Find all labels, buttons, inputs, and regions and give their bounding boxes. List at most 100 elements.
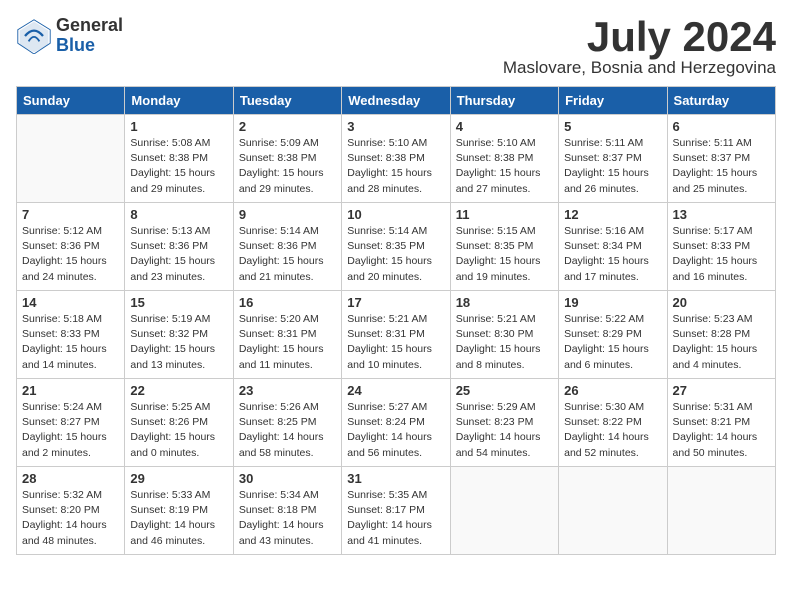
cell-info: Sunrise: 5:11 AM Sunset: 8:37 PM Dayligh… xyxy=(564,136,661,197)
cell-info: Sunrise: 5:11 AM Sunset: 8:37 PM Dayligh… xyxy=(673,136,770,197)
day-number: 18 xyxy=(456,295,553,310)
cell-info: Sunrise: 5:14 AM Sunset: 8:36 PM Dayligh… xyxy=(239,224,336,285)
day-number: 4 xyxy=(456,119,553,134)
day-header-saturday: Saturday xyxy=(667,87,775,115)
day-header-thursday: Thursday xyxy=(450,87,558,115)
calendar-cell: 26 Sunrise: 5:30 AM Sunset: 8:22 PM Dayli… xyxy=(559,379,667,467)
day-number: 17 xyxy=(347,295,444,310)
calendar-cell: 24Sunrise: 5:27 AM Sunset: 8:24 PM Dayli… xyxy=(342,379,450,467)
day-number: 13 xyxy=(673,207,770,222)
calendar-cell: 7Sunrise: 5:12 AM Sunset: 8:36 PM Daylig… xyxy=(17,203,125,291)
day-number: 10 xyxy=(347,207,444,222)
calendar-cell: 20 Sunrise: 5:23 AM Sunset: 8:28 PM Dayli… xyxy=(667,291,775,379)
cell-info: Sunrise: 5:21 AM Sunset: 8:30 PM Dayligh… xyxy=(456,312,553,373)
cell-info: Sunrise: 5:31 AM Sunset: 8:21 PM Dayligh… xyxy=(673,400,770,461)
calendar-cell: 23Sunrise: 5:26 AM Sunset: 8:25 PM Dayli… xyxy=(233,379,341,467)
cell-info: Sunrise: 5:10 AM Sunset: 8:38 PM Dayligh… xyxy=(456,136,553,197)
day-number: 20 xyxy=(673,295,770,310)
cell-info: Sunrise: 5:08 AM Sunset: 8:38 PM Dayligh… xyxy=(130,136,227,197)
cell-info: Sunrise: 5:32 AM Sunset: 8:20 PM Dayligh… xyxy=(22,488,119,549)
location-title: Maslovare, Bosnia and Herzegovina xyxy=(503,58,776,78)
calendar-cell: 17 Sunrise: 5:21 AM Sunset: 8:31 PM Dayli… xyxy=(342,291,450,379)
cell-info: Sunrise: 5:10 AM Sunset: 8:38 PM Dayligh… xyxy=(347,136,444,197)
calendar-week-row: 7Sunrise: 5:12 AM Sunset: 8:36 PM Daylig… xyxy=(17,203,776,291)
calendar-cell: 1 Sunrise: 5:08 AM Sunset: 8:38 PM Daylig… xyxy=(125,115,233,203)
calendar-cell: 19 Sunrise: 5:22 AM Sunset: 8:29 PM Dayli… xyxy=(559,291,667,379)
cell-info: Sunrise: 5:22 AM Sunset: 8:29 PM Dayligh… xyxy=(564,312,661,373)
day-number: 14 xyxy=(22,295,119,310)
header: General Blue July 2024 Maslovare, Bosnia… xyxy=(16,16,776,78)
calendar-cell xyxy=(559,467,667,555)
cell-info: Sunrise: 5:23 AM Sunset: 8:28 PM Dayligh… xyxy=(673,312,770,373)
calendar-cell: 18 Sunrise: 5:21 AM Sunset: 8:30 PM Dayli… xyxy=(450,291,558,379)
day-number: 16 xyxy=(239,295,336,310)
day-header-wednesday: Wednesday xyxy=(342,87,450,115)
day-number: 15 xyxy=(130,295,227,310)
calendar-cell: 30Sunrise: 5:34 AM Sunset: 8:18 PM Dayli… xyxy=(233,467,341,555)
calendar-header-row: SundayMondayTuesdayWednesdayThursdayFrid… xyxy=(17,87,776,115)
calendar-cell: 15 Sunrise: 5:19 AM Sunset: 8:32 PM Dayli… xyxy=(125,291,233,379)
calendar-cell xyxy=(17,115,125,203)
calendar-cell: 27 Sunrise: 5:31 AM Sunset: 8:21 PM Dayli… xyxy=(667,379,775,467)
day-number: 3 xyxy=(347,119,444,134)
day-number: 30 xyxy=(239,471,336,486)
calendar-cell: 31 Sunrise: 5:35 AM Sunset: 8:17 PM Dayli… xyxy=(342,467,450,555)
calendar-cell: 8 Sunrise: 5:13 AM Sunset: 8:36 PM Daylig… xyxy=(125,203,233,291)
calendar-cell: 12Sunrise: 5:16 AM Sunset: 8:34 PM Dayli… xyxy=(559,203,667,291)
cell-info: Sunrise: 5:14 AM Sunset: 8:35 PM Dayligh… xyxy=(347,224,444,285)
cell-info: Sunrise: 5:26 AM Sunset: 8:25 PM Dayligh… xyxy=(239,400,336,461)
cell-info: Sunrise: 5:20 AM Sunset: 8:31 PM Dayligh… xyxy=(239,312,336,373)
logo-icon xyxy=(16,18,52,54)
calendar-cell: 5 Sunrise: 5:11 AM Sunset: 8:37 PM Daylig… xyxy=(559,115,667,203)
calendar-cell xyxy=(667,467,775,555)
day-number: 6 xyxy=(673,119,770,134)
day-number: 25 xyxy=(456,383,553,398)
cell-info: Sunrise: 5:29 AM Sunset: 8:23 PM Dayligh… xyxy=(456,400,553,461)
cell-info: Sunrise: 5:12 AM Sunset: 8:36 PM Dayligh… xyxy=(22,224,119,285)
cell-info: Sunrise: 5:19 AM Sunset: 8:32 PM Dayligh… xyxy=(130,312,227,373)
calendar-cell: 11Sunrise: 5:15 AM Sunset: 8:35 PM Dayli… xyxy=(450,203,558,291)
cell-info: Sunrise: 5:18 AM Sunset: 8:33 PM Dayligh… xyxy=(22,312,119,373)
cell-info: Sunrise: 5:21 AM Sunset: 8:31 PM Dayligh… xyxy=(347,312,444,373)
logo-blue-text: Blue xyxy=(56,36,123,56)
day-header-friday: Friday xyxy=(559,87,667,115)
cell-info: Sunrise: 5:17 AM Sunset: 8:33 PM Dayligh… xyxy=(673,224,770,285)
day-number: 1 xyxy=(130,119,227,134)
day-number: 8 xyxy=(130,207,227,222)
day-number: 2 xyxy=(239,119,336,134)
calendar-cell: 16 Sunrise: 5:20 AM Sunset: 8:31 PM Dayli… xyxy=(233,291,341,379)
calendar-cell: 3 Sunrise: 5:10 AM Sunset: 8:38 PM Daylig… xyxy=(342,115,450,203)
logo-text: General Blue xyxy=(56,16,123,56)
calendar-cell: 10 Sunrise: 5:14 AM Sunset: 8:35 PM Dayli… xyxy=(342,203,450,291)
cell-info: Sunrise: 5:27 AM Sunset: 8:24 PM Dayligh… xyxy=(347,400,444,461)
logo-general-text: General xyxy=(56,16,123,36)
cell-info: Sunrise: 5:25 AM Sunset: 8:26 PM Dayligh… xyxy=(130,400,227,461)
cell-info: Sunrise: 5:13 AM Sunset: 8:36 PM Dayligh… xyxy=(130,224,227,285)
calendar-week-row: 28 Sunrise: 5:32 AM Sunset: 8:20 PM Dayli… xyxy=(17,467,776,555)
calendar-cell: 4 Sunrise: 5:10 AM Sunset: 8:38 PM Daylig… xyxy=(450,115,558,203)
day-number: 29 xyxy=(130,471,227,486)
calendar-cell: 13 Sunrise: 5:17 AM Sunset: 8:33 PM Dayli… xyxy=(667,203,775,291)
calendar-cell: 29Sunrise: 5:33 AM Sunset: 8:19 PM Dayli… xyxy=(125,467,233,555)
day-number: 31 xyxy=(347,471,444,486)
calendar-cell xyxy=(450,467,558,555)
day-number: 26 xyxy=(564,383,661,398)
calendar-week-row: 14 Sunrise: 5:18 AM Sunset: 8:33 PM Dayli… xyxy=(17,291,776,379)
day-number: 5 xyxy=(564,119,661,134)
day-number: 27 xyxy=(673,383,770,398)
day-number: 19 xyxy=(564,295,661,310)
calendar-table: SundayMondayTuesdayWednesdayThursdayFrid… xyxy=(16,86,776,555)
calendar-cell: 25 Sunrise: 5:29 AM Sunset: 8:23 PM Dayli… xyxy=(450,379,558,467)
day-header-tuesday: Tuesday xyxy=(233,87,341,115)
title-area: July 2024 Maslovare, Bosnia and Herzegov… xyxy=(503,16,776,78)
cell-info: Sunrise: 5:30 AM Sunset: 8:22 PM Dayligh… xyxy=(564,400,661,461)
day-number: 9 xyxy=(239,207,336,222)
day-number: 22 xyxy=(130,383,227,398)
day-number: 21 xyxy=(22,383,119,398)
calendar-cell: 22 Sunrise: 5:25 AM Sunset: 8:26 PM Dayli… xyxy=(125,379,233,467)
day-number: 12 xyxy=(564,207,661,222)
calendar-cell: 2Sunrise: 5:09 AM Sunset: 8:38 PM Daylig… xyxy=(233,115,341,203)
logo: General Blue xyxy=(16,16,123,56)
cell-info: Sunrise: 5:35 AM Sunset: 8:17 PM Dayligh… xyxy=(347,488,444,549)
day-number: 28 xyxy=(22,471,119,486)
